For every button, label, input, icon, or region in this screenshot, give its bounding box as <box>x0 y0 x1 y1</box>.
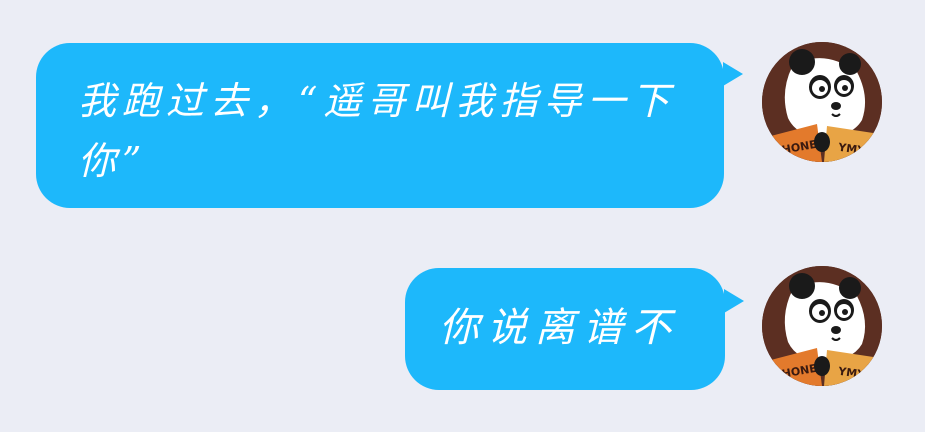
chat-thread: 我跑过去，“遥哥叫我指导一下你” HONE YMY 你说离谱不 HONE YMY <box>0 0 925 432</box>
message-bubble[interactable]: 你说离谱不 <box>405 268 725 390</box>
avatar[interactable]: HONE YMY <box>762 266 882 386</box>
bubble-tail <box>723 62 743 86</box>
avatar[interactable]: HONE YMY <box>762 42 882 162</box>
panda-avatar-icon: HONE YMY <box>762 266 882 386</box>
message-text: 我跑过去，“遥哥叫我指导一下你” <box>78 79 676 183</box>
bubble-tail <box>724 289 744 313</box>
panda-avatar-icon: HONE YMY <box>762 42 882 162</box>
message-text: 你说离谱不 <box>439 305 679 351</box>
message-bubble[interactable]: 我跑过去，“遥哥叫我指导一下你” <box>36 43 724 208</box>
